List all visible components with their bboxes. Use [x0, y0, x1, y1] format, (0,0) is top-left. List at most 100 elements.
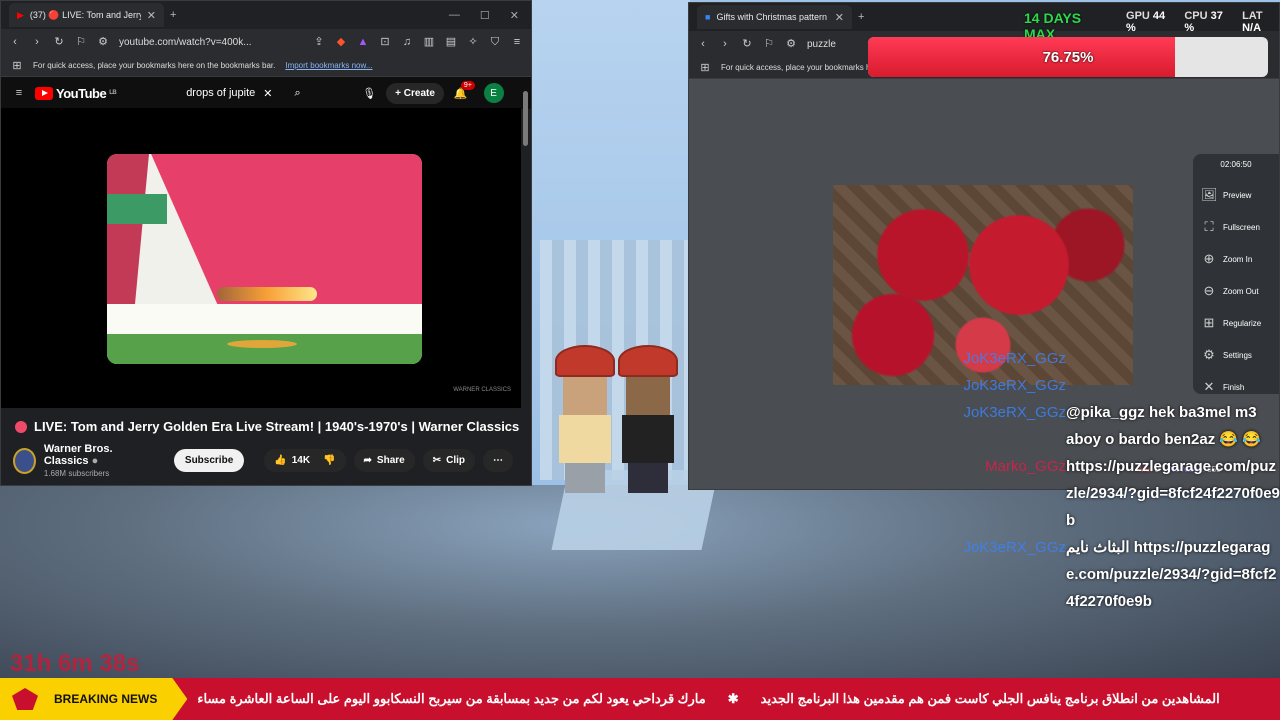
channel-avatar[interactable] — [13, 447, 36, 474]
live-indicator-icon — [15, 420, 27, 433]
menu-icon[interactable]: ≡ — [511, 36, 523, 48]
fullscreen-icon: ⛶ — [1204, 219, 1214, 234]
tab-puzzle[interactable]: ■ Gifts with Christmas pattern Jigs ✕ — [697, 5, 852, 29]
create-button[interactable]: + Create — [386, 82, 444, 104]
chat-message: Marko_GGz https://puzzlegarage.com/puzzle… — [985, 458, 1280, 529]
region-code: LB — [109, 90, 117, 96]
zoom-out-button[interactable]: ⊖ Zoom Out — [1201, 275, 1271, 307]
wallet-icon[interactable]: ▤ — [445, 36, 457, 48]
reload-icon[interactable]: ↻ — [53, 36, 65, 48]
more-actions-button[interactable]: ⋯ — [483, 449, 513, 472]
tab-close-icon[interactable]: ✕ — [147, 9, 156, 22]
voice-search-icon[interactable]: 🎙 — [362, 87, 376, 100]
breaking-news-ticker: BREAKING NEWS المشاهدين من انطلاق برنامج… — [0, 678, 1280, 720]
thumbs-down-icon: 👎 — [323, 455, 336, 466]
fullscreen-button[interactable]: ⛶ Fullscreen — [1201, 211, 1271, 243]
preview-button[interactable]: 🖼 Preview — [1201, 179, 1271, 211]
channel-watermark: WARNER CLASSICS — [453, 387, 511, 394]
share-page-icon[interactable]: ⇪ — [313, 36, 325, 48]
search-box[interactable]: drops of jupite ✕ ⌕ — [186, 87, 336, 100]
game-character-right — [618, 345, 678, 495]
share-icon: ➦ — [363, 455, 372, 466]
forward-icon[interactable]: › — [31, 36, 43, 48]
youtube-logo[interactable]: YouTube LB — [35, 85, 117, 101]
youtube-browser-window: ▶ (37) 🔴 LIVE: Tom and Jerry G ✕ + — ☐ ✕… — [0, 0, 532, 486]
puzzle-favicon-icon: ■ — [705, 12, 711, 22]
search-input[interactable]: drops of jupite — [186, 87, 255, 99]
hamburger-menu-icon[interactable]: ≡ — [13, 87, 25, 99]
stream-uptime: 31h 6m 38s — [10, 650, 140, 677]
video-title: LIVE: Tom and Jerry Golden Era Live Stre… — [15, 419, 519, 434]
chat-message: JoK3eRX_GGz — [963, 377, 1066, 394]
account-avatar[interactable]: E — [483, 83, 504, 103]
new-tab-icon[interactable]: + — [170, 9, 176, 21]
video-player[interactable]: WARNER CLASSICS — [1, 108, 521, 408]
media-icon[interactable]: ♫ — [401, 36, 413, 48]
notifications-bell-icon[interactable]: 🔔 9+ — [454, 80, 475, 100]
youtube-logo-text: YouTube — [56, 85, 107, 101]
bookmarks-prompt: For quick access, place your bookmarks h… — [33, 61, 276, 70]
ticker-item: مارك قرداحي يعود لكم من جديد بمسابقة من … — [197, 691, 706, 706]
puzzle-timer: 02:06:50 — [1220, 160, 1252, 169]
like-button[interactable]: 👍 14K 👎 — [264, 449, 346, 472]
import-bookmarks-link[interactable]: Import bookmarks now... — [285, 61, 372, 70]
ai-icon[interactable]: ✧ — [467, 36, 479, 48]
reload-icon[interactable]: ↻ — [741, 38, 753, 50]
ticker-text: المشاهدين من انطلاق برنامج ينافس الجلي ك… — [187, 691, 1219, 707]
back-icon[interactable]: ‹ — [697, 38, 709, 50]
zoom-out-icon: ⊖ — [1203, 283, 1215, 298]
chat-overlay: JoK3eRX_GGz JoK3eRX_GGz JoK3eRX_GGz @pika… — [940, 345, 1280, 615]
zoom-in-button[interactable]: ⊕ Zoom In — [1201, 243, 1271, 275]
subscriber-count: 1.68M subscribers — [43, 469, 110, 478]
game-character-left — [555, 345, 615, 495]
brave-shield-icon[interactable]: ◆ — [335, 36, 347, 48]
tab-bar: ▶ (37) 🔴 LIVE: Tom and Jerry G ✕ + — ☐ ✕ — [1, 1, 531, 29]
forward-icon[interactable]: › — [719, 38, 731, 50]
subscribe-button[interactable]: Subscribe — [173, 449, 245, 472]
thumbs-up-icon: 👍 — [274, 455, 287, 466]
video-frame — [107, 154, 422, 364]
scissors-icon: ✂ — [432, 455, 442, 466]
url-field[interactable]: youtube.com/watch?v=400k... — [119, 37, 303, 48]
goal-progress-bar: 76.75% — [868, 37, 1268, 77]
tab-youtube[interactable]: ▶ (37) 🔴 LIVE: Tom and Jerry G ✕ — [9, 3, 164, 27]
back-icon[interactable]: ‹ — [9, 36, 21, 48]
sidebar-icon[interactable]: ▥ — [423, 36, 435, 48]
maximize-icon[interactable]: ☐ — [480, 9, 490, 22]
regularize-button[interactable]: ⊞ Regularize — [1201, 307, 1271, 339]
close-window-icon[interactable]: ✕ — [510, 9, 519, 22]
apps-grid-icon[interactable]: ⊞ — [699, 62, 711, 74]
grid-icon: ⊞ — [1203, 315, 1215, 330]
youtube-header: ≡ YouTube LB drops of jupite ✕ ⌕ 🎙 + Cre… — [1, 77, 531, 109]
tab-close-icon[interactable]: ✕ — [835, 11, 844, 24]
lat-value: N/A — [1242, 22, 1262, 34]
chat-message: JoK3eRX_GGz البثاث نايم https://puzzlegar… — [963, 539, 1277, 610]
chat-message: JoK3eRX_GGz — [963, 350, 1066, 367]
bookmarks-prompt: For quick access, place your bookmarks h… — [721, 63, 875, 72]
page-scrollbar[interactable] — [523, 91, 528, 146]
youtube-play-icon — [35, 86, 53, 100]
search-icon[interactable]: ⌕ — [295, 87, 301, 100]
clip-button[interactable]: ✂ Clip — [422, 449, 475, 472]
site-info-icon[interactable]: ⚙ — [97, 36, 109, 48]
chat-message: JoK3eRX_GGz @pika_ggz hek ba3mel m3 aboy … — [963, 404, 1261, 448]
verified-icon: ● — [91, 455, 99, 467]
new-tab-icon[interactable]: + — [858, 11, 864, 23]
clear-search-icon[interactable]: ✕ — [263, 87, 272, 100]
site-info-icon[interactable]: ⚙ — [785, 38, 797, 50]
youtube-favicon-icon: ▶ — [17, 9, 24, 20]
image-icon: 🖼 — [1201, 187, 1218, 202]
bookmarks-bar: ⊞ For quick access, place your bookmarks… — [1, 55, 531, 77]
channel-logo-icon — [12, 688, 38, 710]
vpn-icon[interactable]: ⛉ — [489, 36, 501, 48]
share-button[interactable]: ➦ Share — [353, 449, 415, 472]
minimize-icon[interactable]: — — [449, 9, 460, 22]
bookmark-icon[interactable]: ⚐ — [75, 36, 87, 48]
rewards-icon[interactable]: ▲ — [357, 36, 369, 48]
window-controls: — ☐ ✕ — [449, 9, 531, 22]
apps-grid-icon[interactable]: ⊞ — [11, 60, 23, 72]
progress-label: 76.75% — [1042, 48, 1094, 66]
screenshot-icon[interactable]: ⊡ — [379, 36, 391, 48]
channel-name[interactable]: Warner Bros. Classics ● — [44, 443, 152, 467]
bookmark-icon[interactable]: ⚐ — [763, 38, 775, 50]
